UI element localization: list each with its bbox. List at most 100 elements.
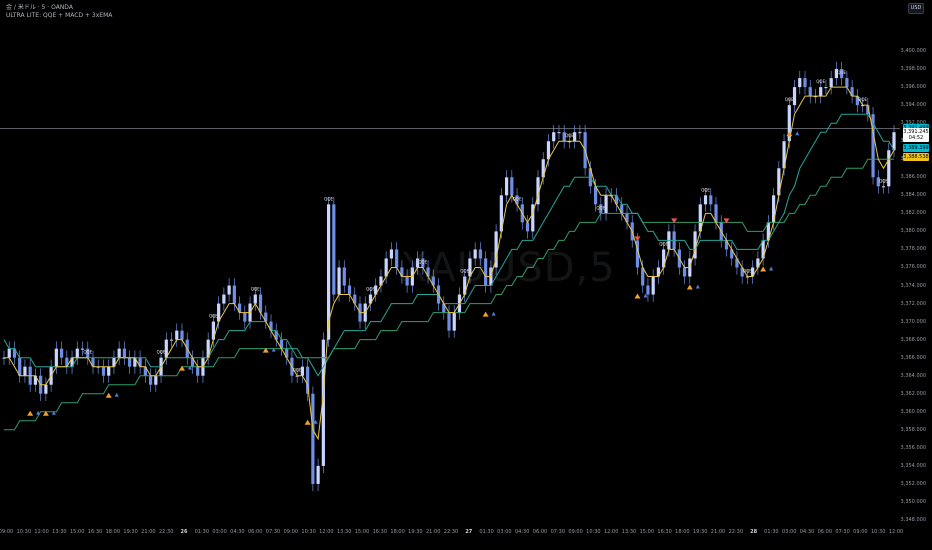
time-tick-label: 19:30	[408, 529, 423, 535]
time-tick-label: 21:00	[141, 529, 156, 535]
candle-body	[824, 87, 828, 89]
candle-body	[792, 87, 797, 106]
time-tick-label: 04:30	[514, 529, 530, 535]
price-tag: 3,388.538	[903, 152, 929, 161]
time-tick-label: 21:00	[710, 529, 726, 535]
candle-body	[342, 267, 346, 286]
price-tick-label: 3,354.000	[900, 462, 926, 469]
qqe-annotation: QQE	[324, 196, 333, 201]
candle-body	[107, 366, 111, 376]
time-tick-label: 18:00	[675, 529, 690, 535]
candle-body	[128, 357, 132, 367]
candle-body	[23, 366, 27, 376]
time-tick-label: 12:00	[319, 529, 334, 535]
candle-body	[243, 312, 247, 322]
buy-signal-marker	[686, 284, 693, 290]
signal-blue-marker	[795, 131, 800, 136]
time-tick-label: 10:30	[16, 529, 32, 535]
candle-body	[196, 366, 200, 376]
time-tick-label: 18:00	[390, 529, 405, 535]
time-tick-label: 21:00	[425, 529, 441, 535]
time-tick-label: 15:00	[354, 529, 370, 535]
time-tick-label: 12:00	[603, 529, 619, 535]
price-tick-label: 3,378.000	[900, 246, 926, 253]
time-axis[interactable]: 09:00 10:30 12:00 13:30 15:00 16:30 18:00 19:30…	[0, 527, 904, 541]
ema-slow-group	[4, 158, 894, 431]
candle-body	[395, 249, 399, 268]
time-tick-label: 07:30	[835, 529, 850, 535]
candle-body	[154, 375, 158, 385]
time-tick-label: 15:00	[639, 529, 655, 535]
time-tick-label: 06:00	[817, 529, 833, 535]
candle-body	[803, 78, 807, 88]
candle-body	[117, 348, 121, 358]
time-tick-label: 07:30	[265, 529, 281, 535]
candle-body	[552, 132, 556, 142]
candle-body	[253, 294, 257, 304]
candle-body	[452, 312, 456, 331]
buy-signal-marker	[105, 392, 112, 398]
candle-body	[180, 330, 184, 340]
candle-body	[829, 78, 833, 88]
time-tick-label: 06:00	[532, 529, 548, 535]
price-tick-label: 3,382.000	[900, 210, 926, 217]
price-tick-label: 3,368.000	[900, 336, 926, 343]
time-tick-label: 27	[465, 529, 473, 535]
time-tick-label: 13:30	[336, 529, 352, 535]
price-tick-label: 3,370.000	[900, 318, 926, 325]
annotations-group: QQE QQE QQE QQE QQE QQE QQE QQE QQE QQE QQE QQE QQE Q…	[83, 70, 888, 373]
time-tick-label: 19:30	[123, 529, 138, 535]
qqe-annotation: QQE	[701, 187, 710, 192]
time-tick-label: 07:30	[550, 529, 566, 535]
candle-body	[389, 249, 394, 259]
time-tick-label: 16:30	[657, 529, 672, 535]
time-tick-label: 09:00	[568, 529, 583, 535]
buy-signal-marker	[304, 419, 311, 425]
indicator-title: ULTRA LITE: QQE + MACD + 3xEMA	[6, 12, 113, 19]
price-tick-label: 3,396.000	[900, 84, 926, 91]
chart-legend: 金 / 米ドル · 5 · OANDA ULTRA LITE: QQE + MA…	[6, 4, 112, 20]
candle-body	[175, 330, 179, 340]
candle-body	[306, 366, 310, 394]
qqe-annotation: QQE	[251, 287, 260, 292]
qqe-annotation: QQE	[293, 368, 302, 373]
time-tick-label: 28	[750, 529, 758, 535]
candle-body	[7, 348, 11, 358]
candle-body	[604, 195, 608, 214]
candle-body	[881, 186, 886, 188]
candle-body	[311, 393, 315, 484]
candle-body	[447, 312, 451, 331]
price-tick-label: 3,366.000	[900, 354, 926, 361]
candle-body	[646, 285, 650, 295]
qqe-annotation: QQE	[743, 269, 752, 274]
candle-body	[709, 195, 713, 205]
qqe-annotation: QQE	[816, 79, 825, 84]
price-tick-label: 3,376.000	[900, 264, 926, 271]
price-tick-label: 3,394.000	[900, 102, 926, 109]
candle-body	[101, 366, 106, 376]
qqe-annotation: QQE	[837, 70, 846, 75]
symbol-title: 金 / 米ドル · 5 · OANDA	[6, 4, 73, 11]
candle-body	[44, 384, 48, 394]
qqe-annotation: QQE	[659, 241, 668, 246]
qqe-annotation: QQE	[785, 97, 794, 102]
price-tick-label: 3,364.000	[900, 372, 926, 379]
candle-body	[578, 132, 582, 134]
time-tick-label: 09:00	[853, 529, 868, 535]
qqe-annotation: QQE	[596, 205, 605, 210]
buy-signal-marker	[760, 266, 767, 272]
price-tag: 04:52	[903, 133, 929, 142]
candle-body	[148, 375, 153, 385]
price-tag: 3,389.399	[903, 143, 929, 152]
candle-body	[819, 87, 823, 97]
price-axis[interactable]: 3,400.0003,398.0003,396.0003,394.0003,39…	[894, 0, 932, 550]
time-tick-label: 12:00	[888, 529, 904, 535]
time-tick-label: 10:30	[870, 529, 886, 535]
candle-body	[232, 285, 236, 304]
price-tick-label: 3,386.000	[900, 174, 926, 181]
time-tick-label: 12:00	[34, 529, 49, 535]
buy-signal-marker	[27, 410, 34, 416]
time-tick-label: 01:30	[194, 529, 210, 535]
price-tick-label: 3,350.000	[900, 498, 926, 505]
time-tick-label: 13:30	[52, 529, 67, 535]
